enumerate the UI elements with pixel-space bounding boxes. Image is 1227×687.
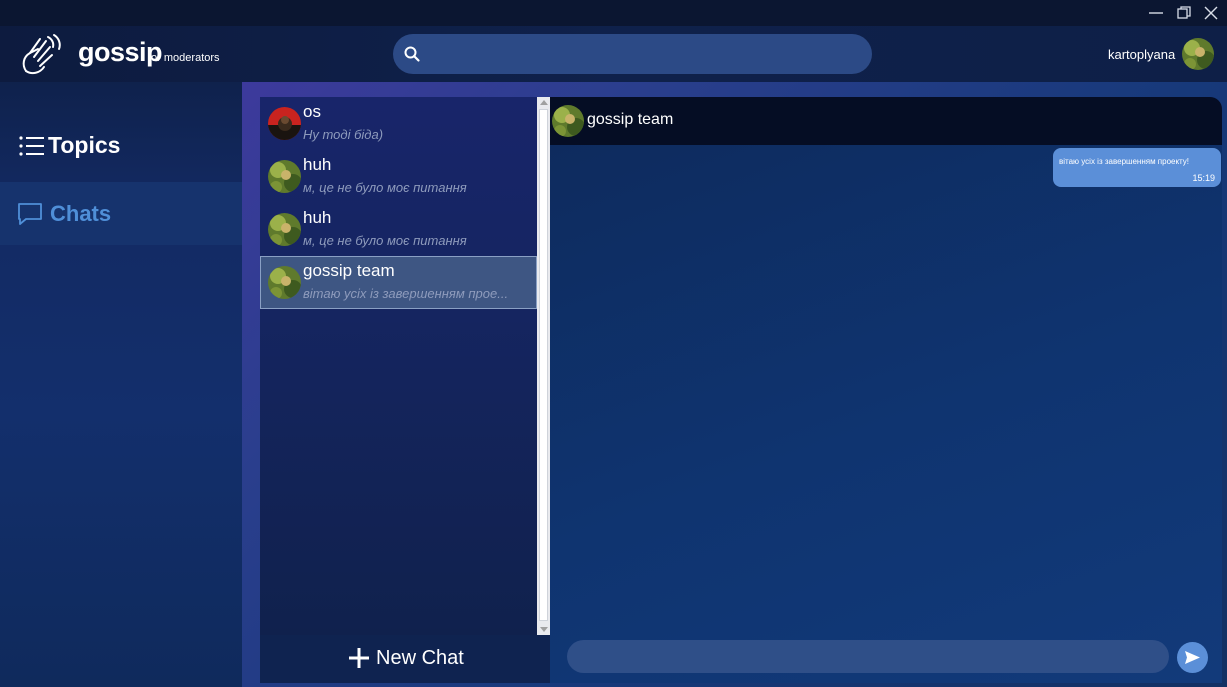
chat-preview: м, це не було моє питання — [303, 233, 467, 248]
search-input[interactable] — [431, 40, 851, 68]
chat-name: huh — [303, 155, 332, 174]
chat-name: os — [303, 102, 321, 121]
chat-name: huh — [303, 208, 332, 227]
logo-subtitle: for moderators — [148, 52, 220, 64]
minimize-icon[interactable] — [1146, 3, 1166, 23]
close-icon[interactable] — [1201, 3, 1221, 23]
chat-bubble-icon — [17, 202, 43, 226]
username: kartoplyana — [1108, 47, 1176, 62]
chat-header: gossip team — [550, 97, 1222, 145]
nav-chats-label: Chats — [50, 201, 112, 226]
window-titlebar — [0, 0, 1227, 26]
message-time: 15:19 — [1192, 173, 1215, 183]
list-icon — [19, 135, 45, 157]
chat-avatar — [268, 107, 301, 140]
chat-avatar — [268, 266, 301, 299]
chat-list-item[interactable]: huh м, це не було моє питання — [260, 150, 537, 203]
scroll-up-icon[interactable] — [540, 100, 548, 105]
user-avatar[interactable] — [1182, 38, 1214, 70]
chat-preview: вітаю усіх із завершенням прое... — [303, 286, 509, 301]
chat-avatar — [268, 160, 301, 193]
chat-conversation: gossip team вітаю усіх із завершенням пр… — [550, 97, 1222, 683]
send-icon — [1185, 651, 1200, 664]
chat-preview: м, це не було моє питання — [303, 180, 467, 195]
chat-list: os Ну тоді біда) huh м, це не було моє п… — [260, 97, 537, 635]
search-icon — [403, 45, 421, 63]
search-bar[interactable] — [393, 34, 872, 74]
chat-header-name: gossip team — [587, 111, 674, 128]
chat-preview: Ну тоді біда) — [303, 127, 384, 142]
app-header: gossip for moderators kartoplyana — [0, 26, 1227, 82]
chat-list-scrollbar[interactable] — [537, 97, 550, 635]
restore-icon[interactable] — [1174, 3, 1194, 23]
chat-list-item[interactable]: os Ну тоді біда) — [260, 97, 537, 150]
message-bubble-own: вітаю усіх із завершенням проекту! 15:19 — [1053, 148, 1221, 187]
chat-header-avatar — [552, 105, 584, 137]
message-input-box[interactable] — [567, 640, 1169, 673]
nav-topics[interactable]: Topics — [0, 120, 242, 170]
message-text: вітаю усіх із завершенням проекту! — [1059, 157, 1190, 166]
logo-hand-icon — [18, 33, 64, 77]
chat-avatar — [268, 213, 301, 246]
chat-list-item-selected[interactable]: gossip team вітаю усіх із завершенням пр… — [260, 256, 537, 309]
send-button[interactable] — [1177, 642, 1208, 673]
nav-topics-label: Topics — [48, 132, 121, 158]
chat-list-item[interactable]: huh м, це не було моє питання — [260, 203, 537, 256]
scroll-down-icon[interactable] — [540, 627, 548, 632]
chat-name: gossip team — [303, 261, 395, 280]
scrollbar-thumb[interactable] — [539, 109, 548, 621]
new-chat-button[interactable]: New Chat — [260, 635, 550, 683]
nav-chats[interactable]: Chats — [0, 182, 242, 245]
message-input[interactable] — [576, 644, 1160, 669]
plus-icon — [348, 647, 370, 669]
new-chat-label: New Chat — [376, 647, 464, 669]
